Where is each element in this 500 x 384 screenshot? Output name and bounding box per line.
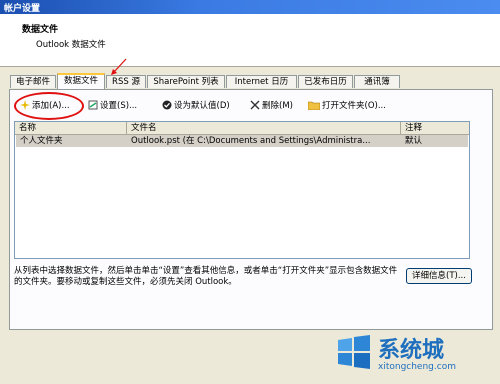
annotation-circle xyxy=(14,92,84,120)
column-header-comment[interactable]: 注释 xyxy=(401,122,469,134)
tab-data-files[interactable]: 数据文件 xyxy=(57,73,105,89)
tab-email[interactable]: 电子邮件 xyxy=(10,75,56,88)
check-circle-icon xyxy=(162,100,172,110)
dialog-header: 数据文件 Outlook 数据文件 xyxy=(0,14,500,67)
open-folder-label: 打开文件夹(O)... xyxy=(322,101,386,111)
settings-label: 设置(S)... xyxy=(100,101,138,111)
open-folder-button[interactable]: 打开文件夹(O)... xyxy=(307,97,386,113)
description-text: 从列表中选择数据文件，然后单击单击“设置”查看其他信息，或者单击“打开文件夹”显… xyxy=(14,266,398,287)
row-comment: 默认 xyxy=(405,136,423,146)
account-settings-window: 帐户设置 数据文件 Outlook 数据文件 电子邮件 数据文件 RSS 源 S… xyxy=(0,0,500,384)
title-bar[interactable]: 帐户设置 xyxy=(0,0,500,14)
annotation-arrow-icon xyxy=(111,58,127,75)
header-subtitle: Outlook 数据文件 xyxy=(36,40,106,50)
tab-rss[interactable]: RSS 源 xyxy=(106,75,146,88)
remove-button[interactable]: 删除(M) xyxy=(250,97,293,113)
table-row[interactable]: 个人文件夹 Outlook.pst (在 C:\Documents and Se… xyxy=(16,135,468,147)
tab-internet-calendar[interactable]: Internet 日历 xyxy=(226,75,297,88)
watermark-brand: 系统城 xyxy=(378,338,445,363)
row-filename: Outlook.pst (在 C:\Documents and Settings… xyxy=(131,136,371,146)
remove-label: 删除(M) xyxy=(262,101,293,111)
watermark: 系统城 xitongcheng.com xyxy=(334,330,494,380)
column-header-filename[interactable]: 文件名 xyxy=(127,122,401,134)
column-header-name[interactable]: 名称 xyxy=(15,122,127,134)
details-button[interactable]: 详细信息(T)... xyxy=(406,268,472,284)
delete-x-icon xyxy=(250,100,260,110)
watermark-url: xitongcheng.com xyxy=(378,362,456,372)
windows-logo-icon xyxy=(338,335,370,369)
folder-icon xyxy=(307,100,321,111)
tab-published-calendar[interactable]: 已发布日历 xyxy=(298,75,353,88)
set-default-label: 设为默认值(D) xyxy=(174,101,230,111)
settings-document-icon xyxy=(88,100,98,110)
data-file-list[interactable]: 名称 文件名 注释 个人文件夹 Outlook.pst (在 C:\Docume… xyxy=(14,121,470,259)
list-header: 名称 文件名 注释 xyxy=(15,122,469,135)
tab-sharepoint[interactable]: SharePoint 列表 xyxy=(147,75,225,88)
row-name: 个人文件夹 xyxy=(20,136,63,146)
header-title: 数据文件 xyxy=(22,25,59,35)
tab-address-book[interactable]: 通讯簿 xyxy=(354,75,400,88)
set-default-button[interactable]: 设为默认值(D) xyxy=(162,97,230,113)
window-title: 帐户设置 xyxy=(4,4,41,14)
settings-button[interactable]: 设置(S)... xyxy=(88,97,137,113)
